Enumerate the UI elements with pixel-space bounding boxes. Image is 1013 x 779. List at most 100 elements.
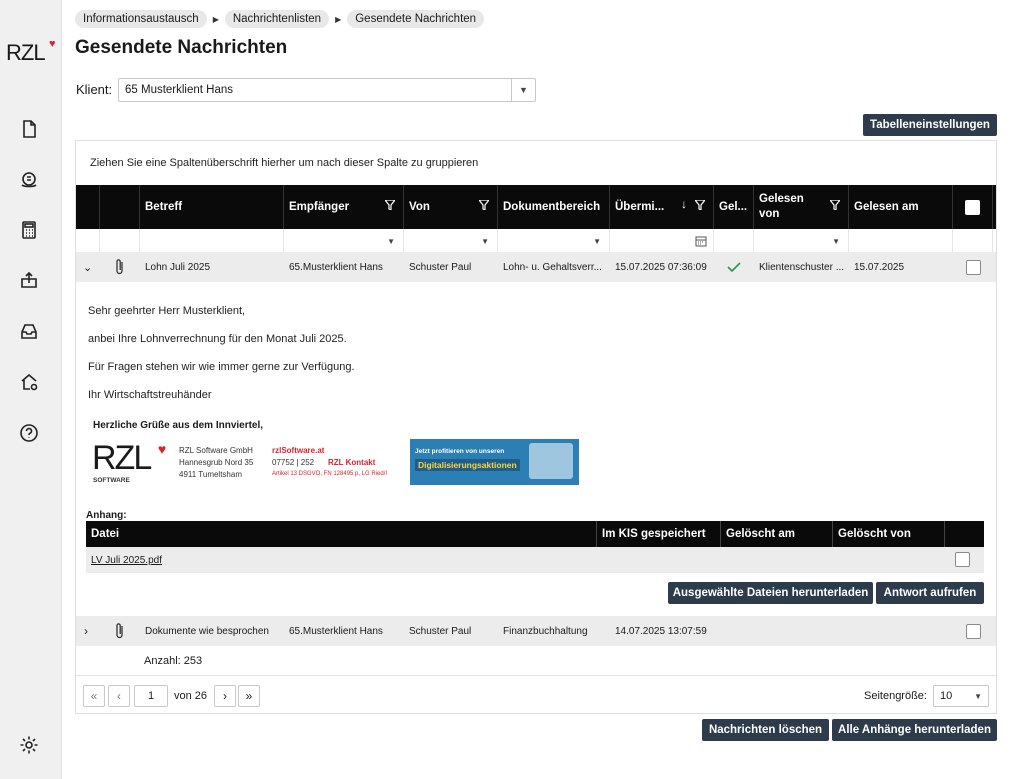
filter-cell-empfaenger[interactable]: ▼ [284,229,404,253]
signature-legal[interactable]: Artikel 13 DSGVO, FN 128495 p, LG Ried/I [272,469,387,480]
prev-page-button[interactable]: ‹ [108,685,130,707]
document-icon[interactable] [18,118,40,140]
row-select-cell [953,616,993,646]
page-input[interactable]: 1 [134,685,168,707]
signature-phone: 07752 | 252 [272,458,315,467]
filter-icon[interactable] [479,200,489,210]
paperclip-icon [100,252,140,282]
client-select[interactable]: 65 Musterklient Hans ▼ [118,78,536,102]
cell-gelesen-am: 15.07.2025 [854,261,905,273]
filter-cell-betreff[interactable] [140,229,284,253]
promo-banner[interactable]: Jetzt profitieren von unseren Digitalisi… [410,439,579,485]
page-size-value: 10 [940,690,953,702]
chevron-down-icon[interactable]: ▼ [481,237,489,246]
first-page-button[interactable]: « [83,685,105,707]
attachment-checkbox[interactable] [955,552,970,567]
cell-bereich: Finanzbuchhaltung [503,625,588,637]
filter-cell-gelesen[interactable] [714,229,754,253]
attachment-col-header [100,185,140,229]
upload-box-icon[interactable] [18,269,40,291]
signature-contact-link[interactable]: RZL Kontakt [328,457,375,468]
col-header-bereich[interactable]: Dokumentbereich [498,185,610,229]
filter-cell-von[interactable]: ▼ [404,229,498,253]
table-row[interactable]: › Dokumente wie besprochen 65.Musterklie… [76,616,996,646]
att-col-geloescht-am[interactable]: Gelöscht am [721,521,833,547]
delete-messages-button[interactable]: Nachrichten löschen [702,719,829,741]
calendar-icon[interactable] [695,235,707,247]
download-selected-button[interactable]: Ausgewählte Dateien herunterladen [668,582,873,604]
col-header-gelesen[interactable]: Gel... [714,185,754,229]
cell-betreff: Dokumente wie besprochen [145,625,269,637]
filter-icon[interactable] [385,200,395,210]
col-header-von[interactable]: Von [404,185,498,229]
attachments-header: Datei Im KIS gespeichert Gelöscht am Gel… [86,521,984,547]
select-all-checkbox[interactable] [965,199,980,215]
home-settings-icon[interactable] [18,371,40,393]
col-header-gelesen-von[interactable]: Gelesen von [754,185,849,229]
last-page-button[interactable]: » [238,685,260,707]
cell-gelesen-von [754,616,849,646]
rzl-logo[interactable]: RZL ♥ [6,38,55,66]
signature-city: 4911 Tumeltsham [179,470,242,479]
breadcrumb-item[interactable]: Gesendete Nachrichten [347,10,485,28]
breadcrumb: Informationsaustausch ▶ Nachrichtenliste… [75,10,485,28]
chevron-down-icon[interactable]: ⌄ [76,252,100,282]
chevron-down-icon[interactable]: ▼ [832,237,840,246]
laptop-illustration [529,443,573,479]
col-header-gelesen-am[interactable]: Gelesen am [849,185,953,229]
message-closing: Ihr Wirtschaftstreuhänder [88,389,212,401]
inbox-icon[interactable] [18,320,40,342]
attachment-row[interactable]: LV Juli 2025.pdf [86,547,984,573]
filter-cell-gelesen-von[interactable]: ▼ [754,229,849,253]
cell-empfaenger: 65.Musterklient Hans [289,625,383,637]
chevron-right-icon: ▶ [212,14,219,24]
coins-icon[interactable] [18,169,40,191]
grid-header: Betreff Empfänger Von Dokumentbereich Üb… [76,185,996,229]
filter-cell-uebermittelt[interactable] [610,229,714,253]
row-checkbox[interactable] [965,259,981,275]
filter-cell [100,229,140,253]
table-row[interactable]: ⌄ Lohn Juli 2025 65.Musterklient Hans Sc… [76,252,996,282]
filter-cell [76,229,100,253]
help-icon[interactable] [18,422,40,444]
sort-down-icon[interactable]: ↓ [681,197,687,211]
filter-icon[interactable] [695,200,705,210]
chevron-down-icon[interactable]: ▼ [974,692,982,701]
signature-web-link[interactable]: rzlSoftware.at [272,445,324,456]
pager: « ‹ 1 von 26 › » Seitengröße: 10 ▼ [76,675,996,713]
col-label: Gel... [719,201,748,213]
att-col-datei[interactable]: Datei [86,521,597,547]
calculator-icon[interactable] [18,219,40,241]
chevron-down-icon[interactable]: ▼ [511,79,535,101]
breadcrumb-item[interactable]: Informationsaustausch [75,10,207,28]
cell-bereich: Lohn- u. Gehaltsverr... [503,261,602,273]
page-size-select[interactable]: 10 ▼ [933,685,989,707]
col-label: Betreff [145,201,183,213]
next-page-button[interactable]: › [214,685,236,707]
signature-logo: RZL ♥ [92,439,166,477]
col-header-betreff[interactable]: Betreff [140,185,284,229]
chevron-down-icon[interactable]: ▼ [387,237,395,246]
messages-grid: Ziehen Sie eine Spaltenüberschrift hierh… [75,140,997,714]
attachment-link[interactable]: LV Juli 2025.pdf [91,555,162,566]
filter-cell-bereich[interactable]: ▼ [498,229,610,253]
chevron-down-icon[interactable]: ▼ [593,237,601,246]
breadcrumb-item[interactable]: Nachrichtenlisten [224,10,330,28]
filter-icon[interactable] [830,200,840,210]
check-icon [714,252,754,282]
col-header-uebermittelt[interactable]: Übermi... ↓ [610,185,714,229]
client-select-value: 65 Musterklient Hans [125,84,234,96]
table-settings-button[interactable]: Tabelleneinstellungen [863,114,997,136]
row-checkbox[interactable] [965,623,981,639]
row-select-cell [953,252,993,282]
att-col-kis[interactable]: Im KIS gespeichert [597,521,721,547]
download-all-button[interactable]: Alle Anhänge herunterladen [832,719,997,741]
filter-cell-gelesen-am[interactable] [849,229,953,253]
col-header-empfaenger[interactable]: Empfänger [284,185,404,229]
cell-von: Schuster Paul [409,261,472,273]
reply-button[interactable]: Antwort aufrufen [876,582,984,604]
col-label: Gelesen am [854,201,919,213]
att-col-geloescht-von[interactable]: Gelöscht von [833,521,945,547]
settings-icon[interactable] [18,734,40,756]
chevron-right-icon[interactable]: › [76,616,100,646]
